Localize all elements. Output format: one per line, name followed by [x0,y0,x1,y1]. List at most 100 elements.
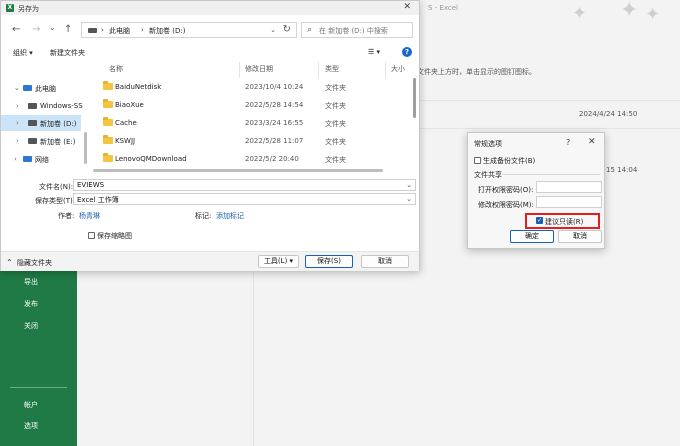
file-row[interactable]: LenovoQMDownload 2022/5/2 20:40 文件夹 [93,150,409,168]
address-bar[interactable]: › 此电脑 › 新加卷 (D:) ⌄ ↻ [81,22,297,38]
pin-hint-text: 文件夹上方时，单击显示的图钉图标。 [417,68,536,76]
readonly-label[interactable]: 建议只读(R) [545,217,583,227]
sidebar-item-options[interactable]: 选项 [24,421,38,431]
tree-scrollbar[interactable] [84,62,88,174]
file-row[interactable]: KSWJJ 2022/5/28 11:07 文件夹 [93,132,409,150]
forward-arrow-icon[interactable]: → [32,24,40,36]
chevron-down-icon[interactable]: ⌄ [270,26,276,34]
hide-folders-button[interactable]: 隐藏文件夹 [17,258,52,268]
tree-item-this-pc[interactable]: ⌄ 此电脑 [1,80,81,96]
filetype-select[interactable]: Excel 工作簿 ⌄ [73,193,416,205]
file-row[interactable]: BiaoXue 2022/5/28 14:54 文件夹 [93,96,409,114]
tree-item-drive-d[interactable]: › 新加卷 (D:) [1,115,81,131]
horizontal-scrollbar[interactable] [93,168,411,173]
chevron-down-icon[interactable]: ⌄ [14,84,20,92]
file-list-scrollbar[interactable] [412,62,417,174]
tree-item-drive-e[interactable]: › 新加卷 (E:) [1,133,81,149]
modify-password-label: 修改权限密码(M): [478,201,534,209]
help-icon[interactable]: ? [402,47,412,57]
chevron-right-icon[interactable]: › [16,102,19,110]
file-row[interactable]: Cache 2023/3/24 16:55 文件夹 [93,114,409,132]
column-header-name[interactable]: 名称 [109,64,123,74]
column-header-date[interactable]: 修改日期 [245,64,273,74]
search-box[interactable]: ⌕ 在 新加卷 (D:) 中搜索 [301,22,413,38]
close-icon[interactable]: ✕ [403,2,411,12]
recent-locations-chevron-icon[interactable]: ⌄ [49,22,56,34]
file-name: BiaoXue [115,101,144,109]
file-type: 文件夹 [325,138,346,146]
backup-label[interactable]: 生成备份文件(B) [483,156,535,166]
tree-item-windows-ssd[interactable]: › Windows-SSD [1,98,83,114]
computer-icon [23,85,32,91]
column-header-type[interactable]: 类型 [325,64,339,74]
close-icon[interactable]: ✕ [588,137,596,147]
drive-icon [28,103,37,109]
breadcrumb-separator: › [101,26,104,34]
tools-button[interactable]: 工具(L) ▾ [258,255,299,268]
folder-icon [103,135,113,144]
chevron-right-icon[interactable]: › [16,137,19,145]
chevron-down-icon[interactable]: ⌄ [406,181,412,189]
filename-value: EVIEWS [77,181,105,189]
readonly-checkbox[interactable]: ✓ [536,217,543,224]
breadcrumb-drive-d[interactable]: 新加卷 (D:) [149,26,185,36]
file-name: BaiduNetdisk [115,83,162,91]
back-arrow-icon[interactable]: ← [12,24,20,36]
ok-button[interactable]: 确定 [510,230,554,243]
refresh-icon[interactable]: ↻ [283,24,291,35]
folder-icon [103,81,113,90]
file-date: 2022/5/28 11:07 [245,137,304,145]
author-label: 作者: [58,212,75,220]
thumbnail-label[interactable]: 保存缩略图 [97,231,132,241]
star-icon: ✦ [645,4,661,25]
organize-menu[interactable]: 组织 ▾ [13,48,33,58]
computer-icon [88,28,97,33]
tags-input[interactable]: 添加标记 [216,211,244,221]
cancel-button[interactable]: 取消 [361,255,409,268]
star-icon: ✦ [620,0,639,23]
chevron-up-icon[interactable]: ⌃ [6,258,13,267]
column-header-size[interactable]: 大小 [391,64,405,74]
file-name: KSWJJ [115,137,136,145]
chevron-right-icon[interactable]: › [14,155,17,163]
tags-label: 标记: [195,212,212,220]
file-row[interactable]: BaiduNetdisk 2023/10/4 10:24 文件夹 [93,78,409,96]
new-folder-button[interactable]: 新建文件夹 [50,48,85,58]
folder-icon [103,99,113,108]
network-icon [23,156,32,162]
modify-password-input[interactable] [536,196,602,208]
save-button[interactable]: 保存(S) [305,255,353,268]
cancel-button[interactable]: 取消 [558,230,602,243]
sidebar-item-close[interactable]: 关闭 [24,321,38,331]
file-sharing-group-label: 文件共享 [474,171,502,179]
file-name: Cache [115,119,137,127]
tree-item-label: 此电脑 [35,85,56,93]
author-value[interactable]: 杨青琳 [79,211,100,221]
file-type: 文件夹 [325,156,346,164]
sidebar-item-publish[interactable]: 发布 [24,299,38,309]
tree-item-label: Windows-SSD [40,102,83,110]
file-list: 名称 修改日期 类型 大小 BaiduNetdisk 2023/10/4 10:… [93,62,413,174]
filename-input[interactable]: EVIEWS ⌄ [73,179,416,191]
up-arrow-icon[interactable]: ↑ [64,24,72,36]
navigation-bar: ← → ⌄ ↑ › 此电脑 › 新加卷 (D:) ⌄ ↻ ⌕ 在 新加卷 (D:… [1,17,419,43]
help-icon[interactable]: ? [566,138,570,147]
tree-item-label: 新加卷 (D:) [40,120,77,128]
tree-item-network[interactable]: › 网络 [1,151,81,167]
general-options-dialog: 常规选项 ? ✕ 生成备份文件(B) 文件共享 打开权限密码(O): 修改权限密… [467,132,605,249]
drive-icon [28,138,37,144]
file-date: 2022/5/28 14:54 [245,101,304,109]
breadcrumb-this-pc[interactable]: 此电脑 [109,26,130,36]
file-type: 文件夹 [325,84,346,92]
folder-tree: ⌄ 此电脑 › Windows-SSD › 新加卷 (D:) › 新加卷 (E:… [1,62,83,174]
sidebar-item-account[interactable]: 帐户 [24,400,38,410]
chevron-down-icon[interactable]: ⌄ [406,195,412,203]
sidebar-item-export[interactable]: 导出 [24,277,38,287]
view-options-button[interactable]: ☰ ▾ [368,48,380,56]
backup-checkbox[interactable] [474,157,481,164]
open-password-input[interactable] [536,181,602,193]
file-date: 2023/3/24 16:55 [245,119,304,127]
search-icon: ⌕ [307,25,313,35]
thumbnail-checkbox[interactable] [88,232,95,239]
chevron-right-icon[interactable]: › [16,119,19,127]
